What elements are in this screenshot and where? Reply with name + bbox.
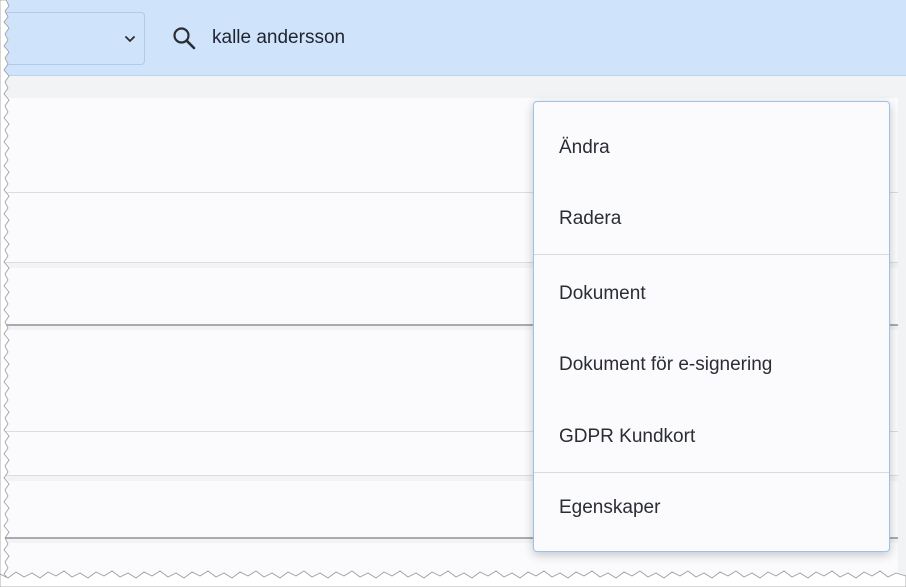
context-menu: Ändra Radera Dokument Dokument för e-sig… xyxy=(533,101,890,552)
torn-edge-bottom xyxy=(0,570,906,587)
search-icon[interactable] xyxy=(172,26,196,50)
menu-item-dokument[interactable]: Dokument xyxy=(534,274,889,314)
menu-item-dokument-e-signering[interactable]: Dokument för e-signering xyxy=(534,345,889,385)
menu-divider xyxy=(534,254,889,255)
menu-item-radera[interactable]: Radera xyxy=(534,199,889,239)
filter-select[interactable] xyxy=(0,12,145,65)
toolbar: kalle andersson xyxy=(0,0,906,76)
menu-divider xyxy=(534,472,889,473)
search-input[interactable]: kalle andersson xyxy=(212,27,345,49)
menu-item-gdpr-kundkort[interactable]: GDPR Kundkort xyxy=(534,417,889,457)
chevron-down-icon xyxy=(125,36,135,42)
torn-edge-left xyxy=(0,0,10,587)
menu-item-egenskaper[interactable]: Egenskaper xyxy=(534,488,889,528)
menu-item-andra[interactable]: Ändra xyxy=(534,128,889,168)
